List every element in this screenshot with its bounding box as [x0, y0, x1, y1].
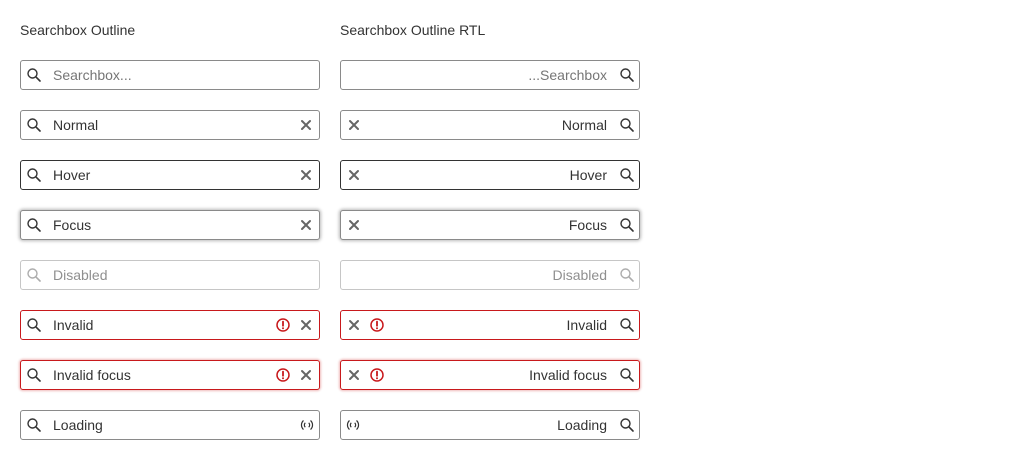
search-icon [27, 418, 41, 432]
searchbox-hover-rtl[interactable]: Hover [340, 160, 640, 190]
close-icon[interactable] [298, 217, 314, 233]
close-icon[interactable] [346, 167, 362, 183]
search-icon [620, 168, 634, 182]
search-icon [620, 318, 634, 332]
loading-icon [346, 420, 360, 430]
searchbox-normal-rtl[interactable]: Normal [340, 110, 640, 140]
error-icon [370, 368, 384, 382]
error-icon [276, 318, 290, 332]
search-icon [620, 68, 634, 82]
search-icon [620, 268, 634, 282]
searchbox-value: Loading [53, 417, 103, 433]
search-icon [27, 68, 41, 82]
searchbox-hover[interactable]: Hover [20, 160, 320, 190]
searchbox-invalid-focus-rtl[interactable]: Invalid focus [340, 360, 640, 390]
search-icon [27, 118, 41, 132]
searchbox-placeholder-text: Searchbox... [53, 67, 132, 83]
loading-icon [300, 420, 314, 430]
close-icon[interactable] [346, 367, 362, 383]
searchbox-focus[interactable]: Focus [20, 210, 320, 240]
close-icon[interactable] [298, 167, 314, 183]
search-icon [620, 118, 634, 132]
close-icon[interactable] [346, 317, 362, 333]
search-icon [27, 218, 41, 232]
column-title: Searchbox Outline RTL [340, 22, 486, 38]
column-title: Searchbox Outline [20, 22, 136, 38]
close-icon[interactable] [298, 317, 314, 333]
searchbox-value: Normal [53, 117, 99, 133]
close-icon[interactable] [298, 367, 314, 383]
search-icon [620, 418, 634, 432]
searchbox-value: Hover [53, 167, 91, 183]
search-icon [27, 268, 41, 282]
searchbox-disabled-rtl: Disabled [340, 260, 640, 290]
searchbox-loading-rtl[interactable]: Loading [340, 410, 640, 440]
searchbox-value: Invalid [566, 317, 607, 333]
searchbox-value: Loading [557, 417, 607, 433]
search-icon [620, 368, 634, 382]
searchbox-value: Hover [569, 167, 607, 183]
search-icon [27, 368, 41, 382]
searchbox-value: Disabled [552, 267, 607, 283]
searchbox-value: Focus [53, 217, 92, 233]
searchbox-value: Invalid focus [529, 367, 607, 383]
searchbox-invalid-rtl[interactable]: Invalid [340, 310, 640, 340]
searchbox-value: Disabled [53, 267, 108, 283]
searchbox-loading[interactable]: Loading [20, 410, 320, 440]
searchbox-placeholder-text: ...Searchbox [528, 67, 607, 83]
searchbox-disabled: Disabled [20, 260, 320, 290]
searchbox-focus-rtl[interactable]: Focus [340, 210, 640, 240]
searchbox-value: Focus [568, 217, 607, 233]
close-icon[interactable] [298, 117, 314, 133]
search-icon [620, 218, 634, 232]
error-icon [276, 368, 290, 382]
searchbox-placeholder-rtl[interactable]: ...Searchbox [340, 60, 640, 90]
search-icon [27, 318, 41, 332]
searchbox-placeholder[interactable]: Searchbox... [20, 60, 320, 90]
error-icon [370, 318, 384, 332]
searchbox-value: Invalid focus [53, 367, 131, 383]
searchbox-normal[interactable]: Normal [20, 110, 320, 140]
searchbox-invalid[interactable]: Invalid [20, 310, 320, 340]
searchbox-invalid-focus[interactable]: Invalid focus [20, 360, 320, 390]
close-icon[interactable] [346, 217, 362, 233]
searchbox-value: Normal [561, 117, 607, 133]
search-icon [27, 168, 41, 182]
searchbox-value: Invalid [53, 317, 94, 333]
close-icon[interactable] [346, 117, 362, 133]
